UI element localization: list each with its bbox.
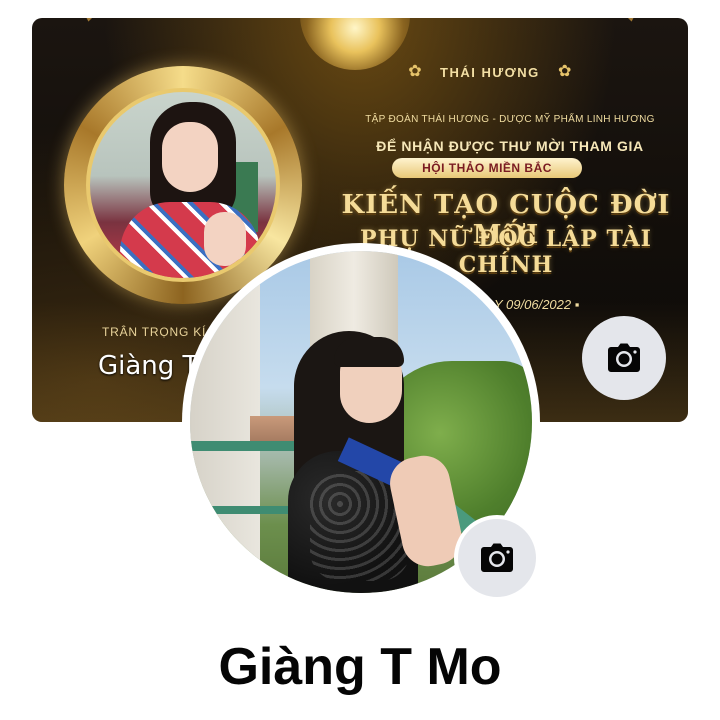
cover-group-line: TẬP ĐOÀN THÁI HƯƠNG - DƯỢC MỸ PHẨM LINH … [365, 114, 655, 125]
cover-date: Y 09/06/2022 ▪ [494, 297, 580, 312]
portrait-face [162, 122, 218, 192]
profile-name: Giàng T Mo [218, 638, 502, 696]
pp-bangs [334, 337, 404, 367]
decor-top-light [300, 18, 410, 70]
lotus-logo-icon: ✿ [408, 63, 422, 80]
edit-profile-picture-button[interactable] [454, 515, 540, 601]
edit-cover-photo-button[interactable] [582, 316, 666, 400]
lotus-logo-icon: ✿ [558, 63, 572, 80]
cover-medallion [64, 66, 302, 304]
camera-icon [481, 543, 513, 572]
cover-guest-name: Giàng T [98, 351, 199, 381]
camera-icon [608, 343, 640, 372]
cover-brand-name: THÁI HƯƠNG [440, 64, 540, 80]
cover-event-pill: HỘI THẢO MIỀN BẮC [392, 158, 582, 178]
cover-brand-row: ✿ THÁI HƯƠNG ✿ [404, 64, 576, 80]
cover-invite-line: ĐỂ NHẬN ĐƯỢC THƯ MỜI THAM GIA [376, 138, 644, 154]
